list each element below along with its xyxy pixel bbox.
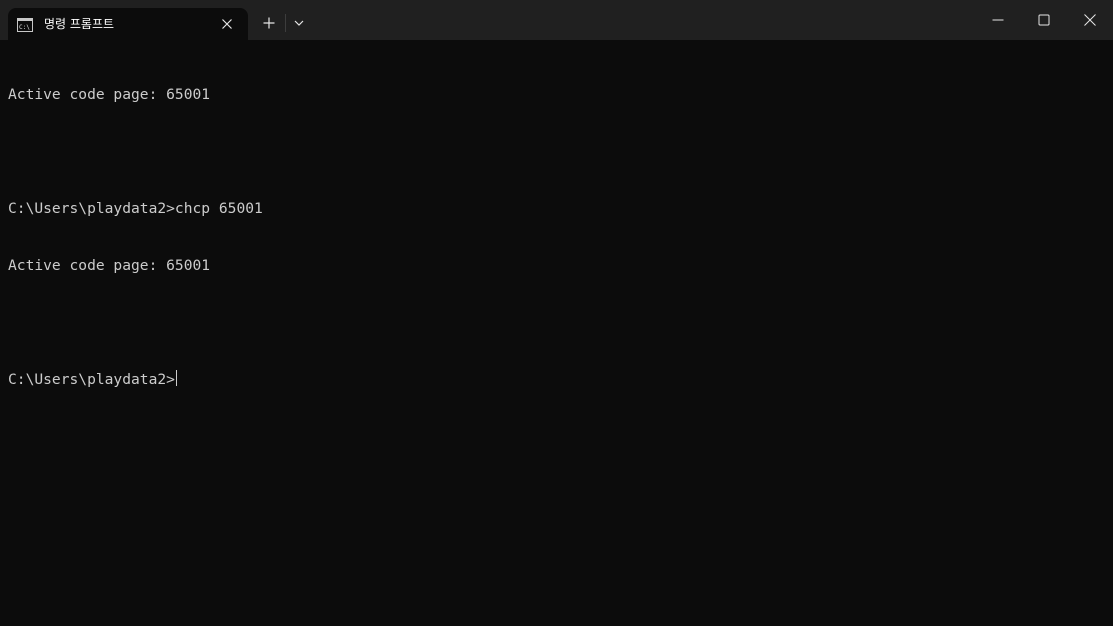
minimize-icon <box>992 19 1004 21</box>
maximize-button[interactable] <box>1021 0 1067 40</box>
tab-title: 명령 프롬프트 <box>44 17 115 31</box>
terminal-window: C:\ 명령 프롬프트 Active code page: 65001 C:\U… <box>0 0 1113 626</box>
svg-text:C:\: C:\ <box>19 24 30 31</box>
tab-close-icon[interactable] <box>219 16 235 32</box>
maximize-icon <box>1038 14 1050 26</box>
terminal-line: C:\Users\playdata2>chcp 65001 <box>8 200 263 217</box>
minimize-button[interactable] <box>975 0 1021 40</box>
terminal-line: Active code page: 65001 <box>8 257 211 274</box>
prompt-line[interactable]: C:\Users\playdata2> <box>8 370 1105 389</box>
prompt-text: C:\Users\playdata2> <box>8 371 175 388</box>
close-button[interactable] <box>1067 0 1113 40</box>
terminal-output[interactable]: Active code page: 65001 C:\Users\playdat… <box>8 47 1105 617</box>
close-icon <box>1084 14 1096 26</box>
text-cursor <box>175 370 177 386</box>
tab-command-prompt[interactable]: C:\ 명령 프롬프트 <box>8 8 248 40</box>
title-bar[interactable]: C:\ 명령 프롬프트 <box>0 0 1113 40</box>
command-prompt-icon: C:\ <box>17 17 33 32</box>
plus-icon[interactable] <box>258 12 280 34</box>
tab-divider <box>285 14 286 32</box>
terminal-line: Active code page: 65001 <box>8 86 211 103</box>
chevron-down-icon[interactable] <box>289 12 309 34</box>
